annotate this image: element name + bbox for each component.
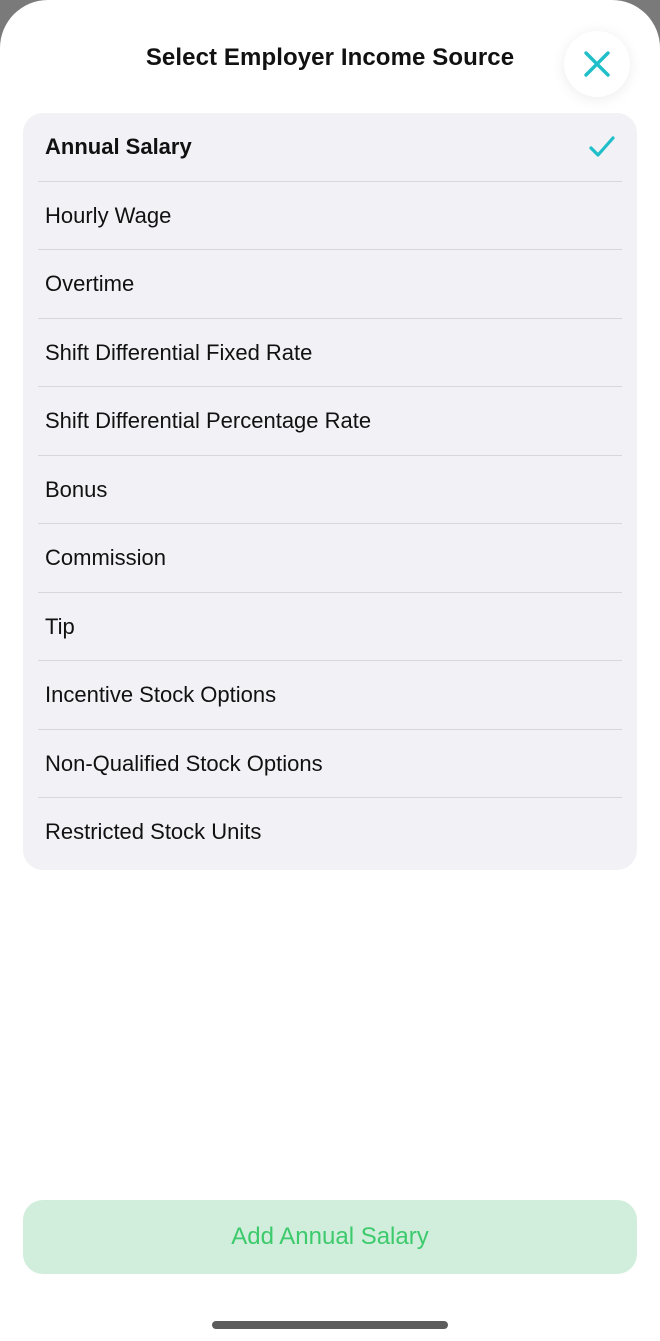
income-source-sheet: Select Employer Income Source Annual Sal… <box>0 0 660 1341</box>
list-item-shift-differential-fixed-rate[interactable]: Shift Differential Fixed Rate <box>23 319 637 388</box>
list-item-label: Bonus <box>45 476 108 502</box>
list-item-annual-salary[interactable]: Annual Salary <box>23 113 637 182</box>
list-item-label: Tip <box>45 613 75 639</box>
income-source-list: Annual Salary Hourly Wage Overtime Shift… <box>23 113 637 870</box>
list-item-label: Shift Differential Percentage Rate <box>45 408 372 434</box>
list-item-bonus[interactable]: Bonus <box>23 456 637 525</box>
sheet-header: Select Employer Income Source <box>0 0 660 112</box>
close-button[interactable] <box>564 31 630 97</box>
list-item-label: Non-Qualified Stock Options <box>45 750 323 776</box>
list-item-label: Shift Differential Fixed Rate <box>45 339 313 365</box>
list-item-overtime[interactable]: Overtime <box>23 250 637 319</box>
list-item-shift-differential-percentage-rate[interactable]: Shift Differential Percentage Rate <box>23 387 637 456</box>
list-item-restricted-stock-units[interactable]: Restricted Stock Units <box>23 798 637 867</box>
list-item-label: Incentive Stock Options <box>45 682 277 708</box>
list-item-label: Annual Salary <box>45 134 192 160</box>
list-item-label: Hourly Wage <box>45 202 172 228</box>
list-item-non-qualified-stock-options[interactable]: Non-Qualified Stock Options <box>23 730 637 799</box>
home-indicator[interactable] <box>212 1321 448 1329</box>
add-income-button[interactable]: Add Annual Salary <box>23 1200 637 1274</box>
list-item-label: Restricted Stock Units <box>45 819 262 845</box>
list-item-commission[interactable]: Commission <box>23 524 637 593</box>
page-title: Select Employer Income Source <box>145 44 515 71</box>
list-item-label: Commission <box>45 545 167 571</box>
checkmark-icon <box>589 136 615 157</box>
close-x-icon <box>584 51 610 77</box>
add-income-button-label: Add Annual Salary <box>231 1223 429 1250</box>
list-item-hourly-wage[interactable]: Hourly Wage <box>23 182 637 251</box>
list-item-tip[interactable]: Tip <box>23 593 637 662</box>
list-item-label: Overtime <box>45 271 135 297</box>
list-item-incentive-stock-options[interactable]: Incentive Stock Options <box>23 661 637 730</box>
